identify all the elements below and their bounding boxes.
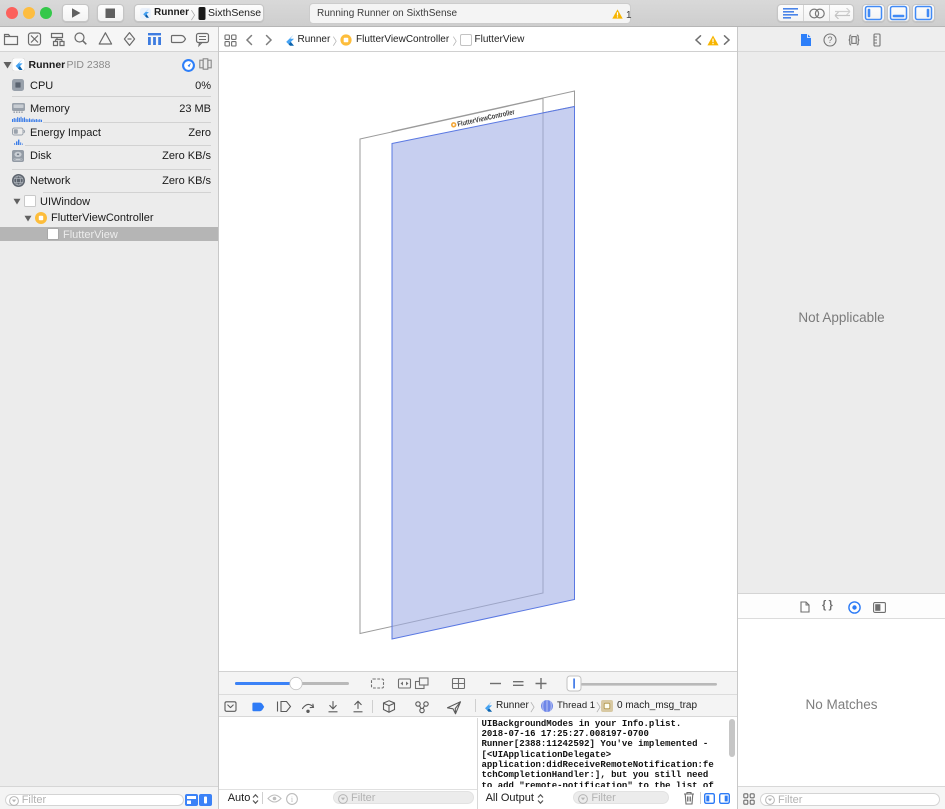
svg-text:i: i [291, 795, 294, 804]
svg-text:?: ? [827, 35, 832, 45]
